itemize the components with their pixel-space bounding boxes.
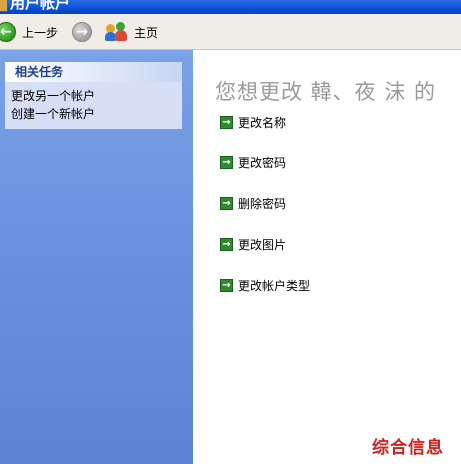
action-label: 更改图片	[238, 237, 287, 252]
change-password-link[interactable]: → 更改密码	[220, 154, 286, 170]
home-button[interactable]: 主页	[105, 20, 159, 44]
create-new-account-link[interactable]: 创建一个新帐户	[11, 105, 182, 123]
change-account-type-link[interactable]: → 更改帐户类型	[220, 277, 310, 293]
green-arrow-icon: →	[220, 278, 233, 292]
back-arrow-icon: ←	[0, 22, 16, 42]
green-arrow-icon: →	[220, 237, 233, 251]
change-picture-link[interactable]: → 更改图片	[220, 236, 286, 252]
green-arrow-icon: →	[220, 196, 233, 210]
users-icon	[105, 22, 128, 42]
back-button-label: 上一步	[22, 25, 59, 40]
green-arrow-icon: →	[220, 155, 233, 169]
related-tasks-list: 更改另一个帐户 创建一个新帐户	[5, 82, 182, 129]
related-tasks-title: 相关任务	[5, 62, 182, 82]
watermark: 综合信息	[372, 438, 444, 458]
main-content: 您想更改 韓、夜 沫 的 → 更改名称 → 更改密码 → 删除密码 → 更改图片…	[193, 50, 461, 464]
user-accounts-icon	[0, 0, 8, 12]
home-button-label: 主页	[134, 25, 159, 40]
action-label: 更改密码	[238, 155, 287, 170]
action-label: 更改帐户类型	[238, 278, 311, 293]
forward-button[interactable]: →	[72, 20, 92, 44]
action-label: 更改名称	[238, 115, 287, 130]
remove-password-link[interactable]: → 删除密码	[220, 195, 286, 211]
sidebar: 相关任务 更改另一个帐户 创建一个新帐户	[0, 50, 193, 464]
green-arrow-icon: →	[220, 115, 233, 129]
change-another-account-link[interactable]: 更改另一个帐户	[11, 87, 182, 105]
change-name-link[interactable]: → 更改名称	[220, 114, 286, 130]
page-headline: 您想更改 韓、夜 沫 的	[215, 80, 437, 104]
related-tasks-panel: 相关任务 更改另一个帐户 创建一个新帐户	[5, 62, 182, 129]
forward-arrow-icon: →	[72, 22, 92, 42]
title-bar: 用户帐户	[0, 0, 461, 14]
window-title: 用户帐户	[10, 0, 71, 12]
back-button[interactable]: ← 上一步	[0, 20, 58, 44]
action-label: 删除密码	[238, 196, 287, 211]
toolbar: ← 上一步 → 主页	[0, 14, 461, 50]
